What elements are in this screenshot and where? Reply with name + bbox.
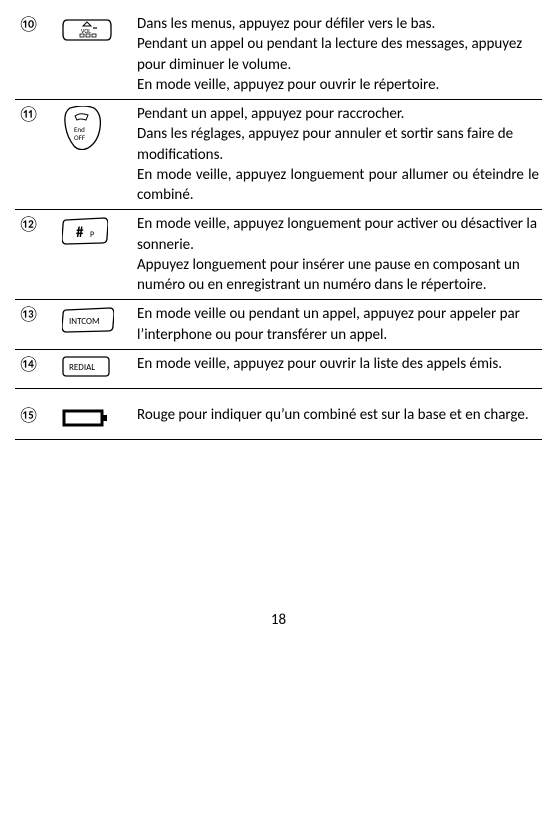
hash-key-icon: # P [59,210,135,300]
end-off-icon: End OFF [59,100,135,210]
row-description: Pendant un appel, appuyez pour raccroche… [135,100,542,210]
table-gap [15,389,542,402]
table-row: ⑫ # P En mode veille, appuyez longuement… [15,210,542,300]
table-row: ⑪ End OFF Pendant un appel, appuyez pour… [15,100,542,210]
vol-down-icon: VOL [59,10,135,100]
row-description: En mode veille, appuyez pour ouvrir la l… [135,349,542,388]
row-description: En mode veille ou pendant un appel, appu… [135,300,542,350]
table-row: ⑬ INTCOM En mode veille ou pendant un ap… [15,300,542,350]
table-row: ⑩ VOL Dans les menus, appuyez pour défil… [15,10,542,100]
row-description: Dans les menus, appuyez pour défiler ver… [135,10,542,100]
svg-text:INTCOM: INTCOM [69,316,100,327]
svg-text:P: P [90,230,94,240]
redial-key-icon: REDIAL [59,349,135,388]
page-number: 18 [15,610,542,630]
table-row: ⑭ REDIAL En mode veille, appuyez pour ou… [15,349,542,388]
row-number: ⑭ [15,349,59,388]
row-number: ⑮ [15,401,59,440]
svg-text:OFF: OFF [74,133,86,142]
table-row: ⑮ Rouge pour indiquer qu’un combiné est … [15,401,542,440]
row-number: ⑪ [15,100,59,210]
row-description: En mode veille, appuyez longuement pour … [135,210,542,300]
intcom-key-icon: INTCOM [59,300,135,350]
row-description: Rouge pour indiquer qu’un combiné est su… [135,401,542,440]
svg-text:REDIAL: REDIAL [69,362,95,373]
battery-icon [59,401,135,440]
row-number: ⑫ [15,210,59,300]
key-functions-table: ⑩ VOL Dans les menus, appuyez pour défil… [15,10,542,440]
row-number: ⑬ [15,300,59,350]
row-number: ⑩ [15,10,59,100]
svg-text:#: # [76,224,84,242]
